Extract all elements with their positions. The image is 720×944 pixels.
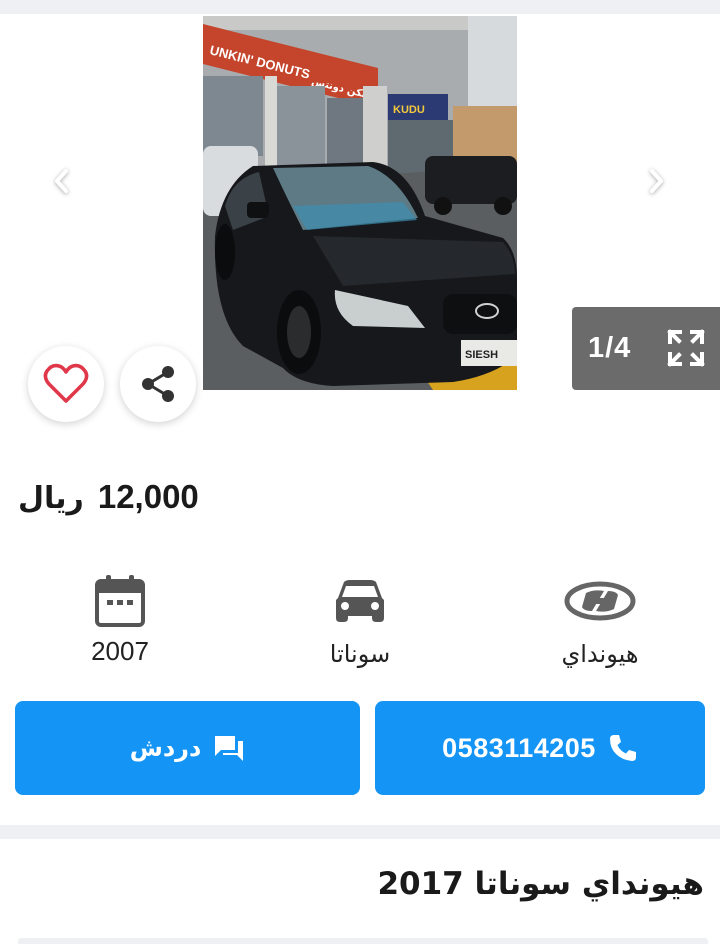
spec-make: هيونداي bbox=[510, 572, 690, 668]
spec-year: 2007 bbox=[30, 572, 210, 667]
share-button[interactable] bbox=[120, 346, 196, 422]
share-icon bbox=[142, 366, 174, 402]
photo-plate-text: SIESH bbox=[465, 349, 498, 361]
price-value: 12,000 bbox=[97, 478, 199, 515]
hyundai-logo-icon bbox=[564, 581, 636, 621]
car-photo[interactable]: UNKIN' DONUTS دنكن دونتس KUDU SIESH bbox=[203, 16, 517, 390]
call-button[interactable]: 0583114205 bbox=[375, 701, 705, 795]
fullscreen-expand-icon bbox=[667, 329, 705, 367]
listing-title: هيونداي سوناتا 2017 bbox=[377, 866, 704, 902]
heart-outline-icon bbox=[43, 363, 89, 403]
calendar-icon bbox=[95, 575, 145, 627]
chat-button-label: دردش bbox=[129, 734, 202, 762]
phone-icon bbox=[609, 735, 636, 761]
spec-model-value: سوناتا bbox=[329, 640, 391, 668]
car-photo-image: UNKIN' DONUTS دنكن دونتس KUDU SIESH bbox=[203, 16, 517, 390]
photo-counter-fullscreen-button[interactable]: 1/4 bbox=[572, 307, 720, 390]
chat-button[interactable]: دردش bbox=[15, 701, 360, 795]
call-button-phone: 0583114205 bbox=[442, 732, 596, 763]
spec-year-value: 2007 bbox=[91, 636, 149, 666]
chevron-left-icon bbox=[55, 169, 68, 193]
chevron-right-icon bbox=[650, 169, 663, 193]
top-gap-strip bbox=[0, 0, 720, 14]
car-icon bbox=[336, 580, 384, 622]
section-divider bbox=[0, 825, 720, 839]
gallery-prev-button[interactable] bbox=[46, 166, 76, 196]
price: ريال 12,000 bbox=[18, 478, 199, 528]
photo-gallery[interactable]: UNKIN' DONUTS دنكن دونتس KUDU SIESH 1/4 bbox=[0, 14, 720, 394]
next-section-edge bbox=[18, 938, 708, 944]
photo-counter: 1/4 bbox=[588, 332, 632, 364]
chat-bubble-icon bbox=[215, 736, 244, 761]
favorite-button[interactable] bbox=[28, 346, 104, 422]
gallery-next-button[interactable] bbox=[642, 166, 672, 196]
photo-sign-text-right: KUDU bbox=[393, 104, 425, 116]
spec-model: سوناتا bbox=[270, 572, 450, 668]
spec-make-value: هيونداي bbox=[561, 640, 639, 668]
price-currency: ريال bbox=[18, 481, 84, 516]
